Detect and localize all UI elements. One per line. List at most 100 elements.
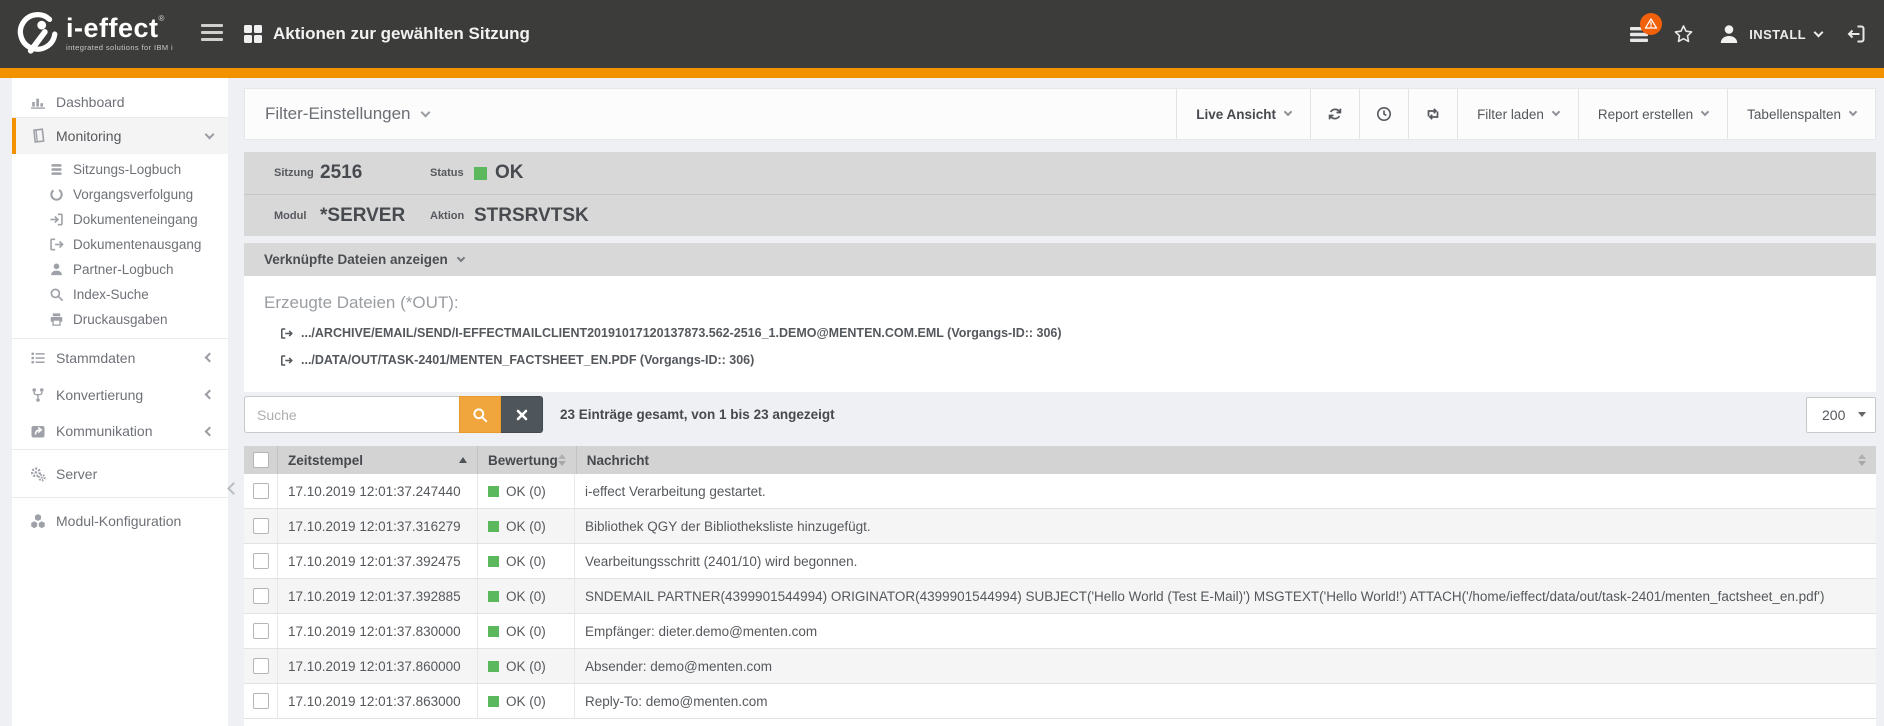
sidebar-item-label: Dokumentenausgang (73, 237, 201, 252)
sidebar-item-label: Modul-Konfiguration (56, 513, 181, 529)
main-content: Filter-Einstellungen Live Ansicht (244, 78, 1876, 726)
page-size-select[interactable]: 200 (1806, 397, 1876, 433)
filter-settings-toggle[interactable]: Filter-Einstellungen (245, 89, 1176, 139)
file-link[interactable]: .../DATA/OUT/TASK-2401/MENTEN_FACTSHEET_… (280, 353, 1876, 367)
i-effect-logo[interactable]: i-effect® integrated solutions for IBM i (14, 10, 173, 56)
sign-in-icon (49, 212, 64, 227)
cell-timestamp: 17.10.2019 12:01:37.247440 (278, 474, 478, 508)
table-row[interactable]: 17.10.2019 12:01:37.247440 OK (0) i-effe… (244, 474, 1876, 509)
favorites-button[interactable] (1673, 24, 1694, 44)
sidebar-item-sitzungs-logbuch[interactable]: Sitzungs-Logbuch (12, 157, 228, 182)
sidebar-item-label: Dokumenteneingang (73, 212, 198, 227)
row-checkbox[interactable] (253, 623, 269, 639)
file-link-label: .../ARCHIVE/EMAIL/SEND/I-EFFECTMAILCLIEN… (301, 326, 1062, 340)
chevron-left-icon (227, 482, 240, 495)
table-row[interactable]: 17.10.2019 12:01:37.316279 OK (0) Biblio… (244, 509, 1876, 544)
warning-triangle-icon (1644, 17, 1658, 30)
sidebar-item-kommunikation[interactable]: Kommunikation (12, 413, 228, 450)
table-row[interactable]: 17.10.2019 12:01:37.863000 OK (0) Reply-… (244, 684, 1876, 719)
sidebar-item-label: Monitoring (56, 128, 121, 144)
chevron-down-icon (205, 129, 215, 139)
row-checkbox[interactable] (253, 483, 269, 499)
file-link[interactable]: .../ARCHIVE/EMAIL/SEND/I-EFFECTMAILCLIEN… (280, 326, 1876, 340)
table-row[interactable]: 17.10.2019 12:01:37.392475 OK (0) Vearbe… (244, 544, 1876, 579)
sidebar-item-dokumentenausgang[interactable]: Dokumentenausgang (12, 232, 228, 257)
action-value: STRSRVTSK (474, 205, 589, 227)
sidebar-item-modul-konfiguration[interactable]: Modul-Konfiguration (12, 498, 228, 544)
sidebar-toggle-button[interactable] (201, 24, 225, 41)
cell-timestamp: 17.10.2019 12:01:37.316279 (278, 509, 478, 543)
status-green-square (488, 661, 499, 672)
live-view-button[interactable]: Live Ansicht (1176, 89, 1310, 139)
result-summary: 23 Einträge gesamt, von 1 bis 23 angezei… (560, 407, 835, 422)
cell-rating: OK (0) (478, 649, 575, 683)
action-label: Aktion (430, 210, 474, 222)
sidebar-item-dokumenteneingang[interactable]: Dokumenteneingang (12, 207, 228, 232)
sidebar-item-konvertierung[interactable]: Konvertierung (12, 376, 228, 413)
create-report-button[interactable]: Report erstellen (1578, 89, 1727, 139)
sidebar-item-druckausgaben[interactable]: Druckausgaben (12, 307, 228, 332)
logout-icon (1846, 24, 1866, 44)
filter-settings-label: Filter-Einstellungen (265, 104, 411, 124)
generated-files-heading: Erzeugte Dateien (*OUT): (264, 276, 1876, 313)
brand-tagline: integrated solutions for IBM i (66, 44, 173, 52)
refresh-button[interactable] (1310, 89, 1359, 139)
repeat-button[interactable] (1408, 89, 1457, 139)
clear-search-button[interactable] (501, 396, 543, 433)
chevron-left-icon (205, 426, 215, 436)
table-row[interactable]: 17.10.2019 12:01:37.392885 OK (0) SNDEMA… (244, 579, 1876, 614)
sidebar-item-stammdaten[interactable]: Stammdaten (12, 339, 228, 376)
linked-files-toggle[interactable]: Verknüpfte Dateien anzeigen (244, 243, 1876, 276)
search-icon (49, 287, 64, 302)
sidebar-item-server[interactable]: Server (12, 450, 228, 498)
content-toolbar: Filter-Einstellungen Live Ansicht (244, 88, 1876, 140)
cell-message: i-effect Verarbeitung gestartet. (575, 474, 1876, 508)
cell-timestamp: 17.10.2019 12:01:37.863000 (278, 684, 478, 718)
row-checkbox[interactable] (253, 588, 269, 604)
user-menu[interactable]: INSTALL (1718, 23, 1822, 45)
sidebar-item-partner-logbuch[interactable]: Partner-Logbuch (12, 257, 228, 282)
file-link-label: .../DATA/OUT/TASK-2401/MENTEN_FACTSHEET_… (301, 353, 754, 367)
sidebar-item-label: Kommunikation (56, 423, 153, 439)
grid-icon (244, 25, 262, 43)
select-all-checkbox[interactable] (253, 452, 269, 468)
alert-badge (1640, 13, 1662, 35)
sort-asc-icon (459, 457, 467, 463)
chevron-left-icon (205, 353, 215, 363)
monitoring-submenu: Sitzungs-Logbuch Vorgangsverfolgung Doku… (12, 154, 228, 339)
sidebar-item-vorgangsverfolgung[interactable]: Vorgangsverfolgung (12, 182, 228, 207)
load-filter-button[interactable]: Filter laden (1457, 89, 1578, 139)
user-icon (1718, 23, 1740, 45)
column-header-nachricht[interactable]: Nachricht (577, 446, 1876, 474)
search-button[interactable] (459, 396, 501, 433)
cell-rating: OK (0) (478, 579, 575, 613)
sidebar-item-monitoring[interactable]: Monitoring (12, 118, 228, 154)
table-columns-button[interactable]: Tabellenspalten (1727, 89, 1875, 139)
row-checkbox[interactable] (253, 693, 269, 709)
sidebar-collapse-handle[interactable] (229, 480, 238, 498)
row-checkbox[interactable] (253, 553, 269, 569)
sidebar-item-label: Index-Suche (73, 287, 149, 302)
column-header-bewertung[interactable]: Bewertung (478, 446, 577, 474)
search-input[interactable] (244, 396, 459, 433)
row-checkbox[interactable] (253, 658, 269, 674)
column-header-zeitstempel[interactable]: Zeitstempel (278, 446, 478, 474)
stack-icon (49, 162, 64, 177)
history-button[interactable] (1359, 89, 1408, 139)
sign-out-icon (280, 327, 293, 340)
row-checkbox[interactable] (253, 518, 269, 534)
search-bar: 23 Einträge gesamt, von 1 bis 23 angezei… (244, 396, 1876, 433)
repeat-icon (1425, 106, 1441, 122)
sidebar-item-dashboard[interactable]: Dashboard (12, 86, 228, 118)
logout-button[interactable] (1846, 24, 1866, 44)
code-fork-icon (30, 387, 46, 403)
caret-down-icon (1858, 412, 1866, 417)
sidebar-item-index-suche[interactable]: Index-Suche (12, 282, 228, 307)
sidebar-item-label: Stammdaten (56, 350, 135, 366)
chevron-down-icon (457, 253, 465, 261)
user-icon (49, 262, 64, 277)
table-row[interactable]: 17.10.2019 12:01:37.860000 OK (0) Absend… (244, 649, 1876, 684)
notifications-button[interactable] (1629, 26, 1649, 43)
status-green-square (488, 521, 499, 532)
table-row[interactable]: 17.10.2019 12:01:37.830000 OK (0) Empfän… (244, 614, 1876, 649)
